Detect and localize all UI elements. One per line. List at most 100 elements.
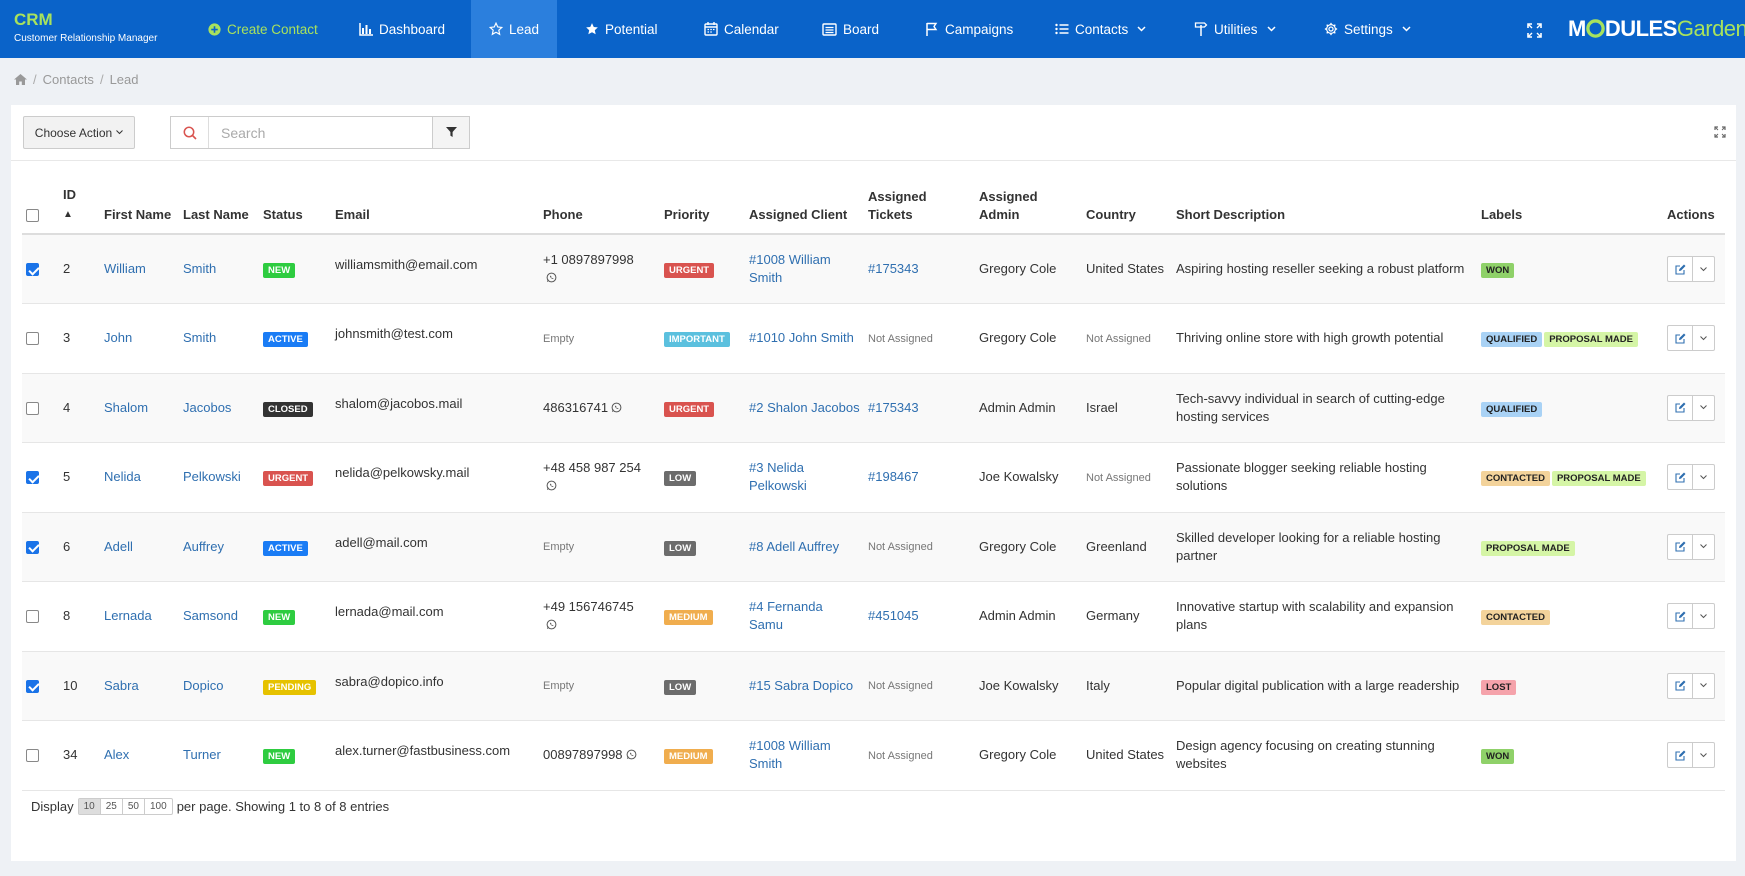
row-checkbox[interactable] [26, 749, 39, 763]
col-id[interactable]: ID ▲ [59, 165, 100, 235]
col-assigned-admin[interactable]: Assigned Admin [975, 165, 1082, 235]
col-first-name[interactable]: First Name [100, 165, 179, 235]
chevron-down-icon[interactable] [1692, 326, 1714, 351]
choose-action-button[interactable]: Choose Action [23, 116, 135, 149]
chevron-down-icon[interactable] [1692, 673, 1714, 698]
col-email[interactable]: Email [331, 165, 539, 235]
brand-subtitle: Customer Relationship Manager [14, 33, 158, 44]
first-name-link[interactable]: Sabra [104, 678, 139, 693]
col-last-name[interactable]: Last Name [179, 165, 259, 235]
assigned-client-link[interactable]: #1008 William Smith [749, 738, 831, 771]
filter-icon[interactable] [432, 117, 469, 148]
page-size-option[interactable]: 100 [144, 799, 172, 814]
edit-icon[interactable] [1668, 604, 1692, 628]
assigned-client-link[interactable]: #8 Adell Auffrey [749, 539, 839, 554]
expand-icon[interactable] [1714, 126, 1726, 138]
assigned-client-link[interactable]: #3 Nelida Pelkowski [749, 460, 807, 493]
assigned-client-link[interactable]: #4 Fernanda Samu [749, 599, 823, 632]
edit-icon[interactable] [1668, 743, 1692, 767]
col-priority[interactable]: Priority [660, 165, 745, 235]
row-checkbox[interactable] [26, 263, 39, 277]
row-checkbox[interactable] [26, 471, 39, 485]
chevron-down-icon[interactable] [1692, 604, 1714, 629]
whatsapp-icon[interactable] [611, 402, 622, 413]
first-name-link[interactable]: William [104, 261, 146, 276]
chevron-down-icon[interactable] [1692, 257, 1714, 281]
breadcrumb-contacts[interactable]: Contacts [43, 72, 94, 87]
first-name-link[interactable]: Shalom [104, 400, 148, 415]
edit-icon[interactable] [1668, 257, 1692, 281]
first-name-link[interactable]: Adell [104, 539, 133, 554]
nav-create-contact[interactable]: Create Contact [208, 0, 318, 58]
col-status[interactable]: Status [259, 165, 331, 235]
row-checkbox[interactable] [26, 610, 39, 624]
nav-campaigns[interactable]: Campaigns [925, 0, 1013, 58]
last-name-link[interactable]: Dopico [183, 678, 223, 693]
fullscreen-icon[interactable] [1527, 23, 1542, 38]
first-name-link[interactable]: Lernada [104, 608, 152, 623]
cell-assigned-client: #1010 John Smith [745, 303, 864, 374]
nav-utilities[interactable]: Utilities [1194, 0, 1276, 58]
edit-icon[interactable] [1668, 326, 1692, 350]
select-all-checkbox[interactable] [26, 209, 39, 223]
col-country[interactable]: Country [1082, 165, 1172, 235]
row-checkbox[interactable] [26, 679, 39, 693]
page-size-option[interactable]: 10 [78, 799, 100, 814]
row-checkbox[interactable] [26, 332, 39, 346]
assigned-client-link[interactable]: #1010 John Smith [749, 330, 854, 345]
whatsapp-icon[interactable] [546, 272, 557, 283]
edit-icon[interactable] [1668, 674, 1692, 698]
edit-icon[interactable] [1668, 535, 1692, 559]
nav-calendar[interactable]: Calendar [704, 0, 779, 58]
label-tag: PROPOSAL MADE [1481, 540, 1575, 556]
page-size-option[interactable]: 50 [121, 799, 144, 814]
nav-board[interactable]: Board [822, 0, 879, 58]
col-assigned-client[interactable]: Assigned Client [745, 165, 864, 235]
col-assigned-tickets[interactable]: Assigned Tickets [864, 165, 975, 235]
last-name-link[interactable]: Turner [183, 747, 221, 762]
last-name-link[interactable]: Samsond [183, 608, 238, 623]
chevron-down-icon[interactable] [1692, 395, 1714, 420]
nav-lead[interactable]: Lead [471, 0, 558, 58]
col-phone[interactable]: Phone [539, 165, 660, 235]
last-name-link[interactable]: Jacobos [183, 400, 231, 415]
ticket-link[interactable]: #198467 [868, 469, 919, 484]
search-input[interactable] [209, 117, 432, 148]
edit-icon[interactable] [1668, 465, 1692, 489]
last-name-link[interactable]: Smith [183, 330, 216, 345]
nav-contacts[interactable]: Contacts [1055, 0, 1146, 58]
home-icon[interactable] [14, 74, 27, 85]
whatsapp-icon[interactable] [626, 749, 637, 760]
whatsapp-icon[interactable] [546, 619, 557, 630]
nav-dashboard[interactable]: Dashboard [359, 0, 445, 58]
last-name-link[interactable]: Auffrey [183, 539, 224, 554]
first-name-link[interactable]: Alex [104, 747, 129, 762]
page-size-option[interactable]: 25 [99, 799, 122, 814]
edit-icon[interactable] [1668, 396, 1692, 420]
last-name-link[interactable]: Smith [183, 261, 216, 276]
chevron-down-icon[interactable] [1692, 743, 1714, 768]
ticket-link[interactable]: #175343 [868, 400, 919, 415]
first-name-link[interactable]: John [104, 330, 132, 345]
assigned-client-link[interactable]: #1008 William Smith [749, 252, 831, 285]
nav-potential[interactable]: Potential [585, 0, 658, 58]
row-checkbox[interactable] [26, 401, 39, 415]
col-labels[interactable]: Labels [1477, 165, 1663, 235]
chevron-down-icon[interactable] [1692, 534, 1714, 559]
phone-value: Empty [543, 332, 575, 345]
first-name-link[interactable]: Nelida [104, 469, 141, 484]
assigned-client-link[interactable]: #15 Sabra Dopico [749, 678, 853, 693]
ticket-link[interactable]: #175343 [868, 261, 919, 276]
nav-settings[interactable]: Settings [1324, 0, 1411, 58]
ticket-link[interactable]: #451045 [868, 608, 919, 623]
search-icon[interactable] [171, 117, 209, 148]
last-name-link[interactable]: Pelkowski [183, 469, 241, 484]
cell-phone: Empty [539, 651, 660, 721]
cell-actions [1663, 720, 1725, 791]
assigned-client-link[interactable]: #2 Shalon Jacobos [749, 400, 860, 415]
col-short-description[interactable]: Short Description [1172, 165, 1477, 235]
row-checkbox[interactable] [26, 540, 39, 554]
whatsapp-icon[interactable] [546, 480, 557, 491]
brand[interactable]: CRM Customer Relationship Manager [14, 10, 157, 44]
chevron-down-icon[interactable] [1692, 465, 1714, 490]
